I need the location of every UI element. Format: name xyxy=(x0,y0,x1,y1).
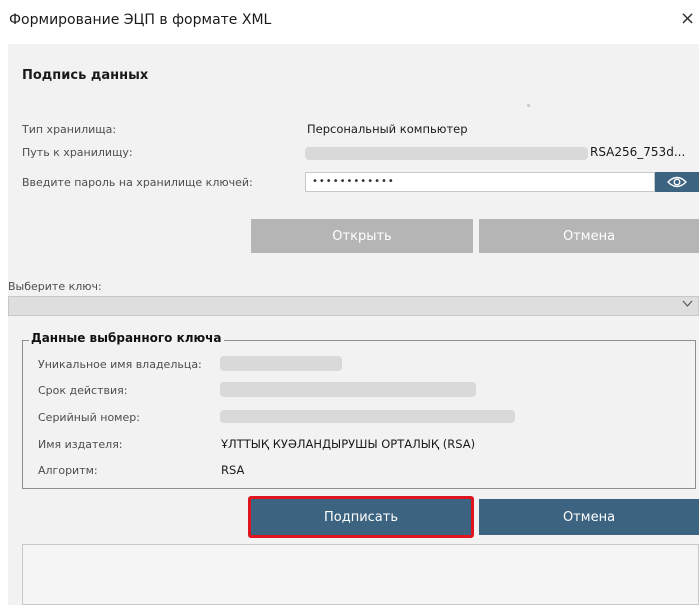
select-key-label: Выберите ключ: xyxy=(8,280,102,293)
show-password-button[interactable] xyxy=(655,172,699,192)
serial-label: Серийный номер: xyxy=(38,411,140,424)
storage-type-value: Персональный компьютер xyxy=(307,122,468,136)
cancel-top-button[interactable]: Отмена xyxy=(479,219,699,253)
decorative-dot xyxy=(527,104,530,107)
validity-value-redacted xyxy=(220,382,476,397)
validity-label: Срок действия: xyxy=(38,384,128,397)
window-title: Формирование ЭЦП в формате XML xyxy=(9,12,272,28)
storage-path-redacted xyxy=(305,147,588,160)
key-select[interactable] xyxy=(8,296,699,316)
issuer-label: Имя издателя: xyxy=(38,438,123,451)
open-button[interactable]: Открыть xyxy=(251,219,473,253)
serial-value-redacted xyxy=(220,410,515,423)
chevron-down-icon[interactable] xyxy=(682,297,693,311)
storage-path-value: RSA256_753d... xyxy=(590,145,686,159)
storage-type-label: Тип хранилища: xyxy=(22,123,117,136)
storage-path-label: Путь к хранилищу: xyxy=(22,146,133,159)
key-details-title: Данные выбранного ключа xyxy=(29,331,224,345)
sign-button-highlight xyxy=(248,496,474,538)
eye-icon xyxy=(667,176,687,188)
owner-value-redacted xyxy=(220,356,342,371)
algorithm-label: Алгоритм: xyxy=(38,464,98,477)
password-label: Введите пароль на хранилище ключей: xyxy=(22,176,253,189)
cancel-bottom-button[interactable]: Отмена xyxy=(479,499,699,535)
close-icon[interactable]: × xyxy=(680,8,699,29)
algorithm-value: RSA xyxy=(221,463,245,477)
section-heading: Подпись данных xyxy=(22,68,149,83)
issuer-value: ҰЛТТЫҚ КУӘЛАНДЫРУШЫ ОРТАЛЫҚ (RSA) xyxy=(221,437,476,451)
password-field[interactable]: •••••••••••• xyxy=(305,172,655,192)
owner-label: Уникальное имя владельца: xyxy=(38,358,202,371)
output-area xyxy=(22,544,699,605)
